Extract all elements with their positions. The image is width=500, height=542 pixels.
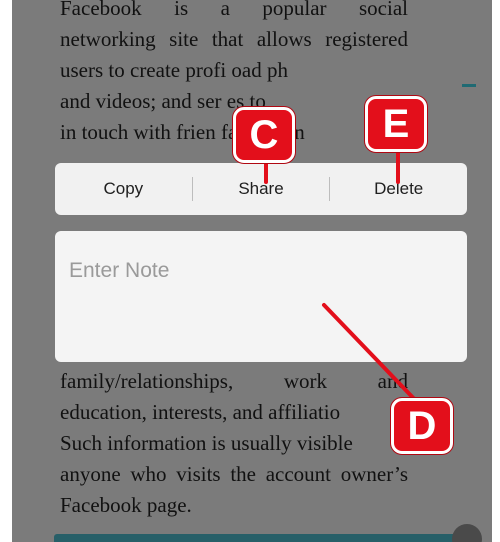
document-line: Facebook is a popular social <box>60 0 408 20</box>
callout-badge-d: D <box>391 398 453 454</box>
highlight-marker <box>462 84 476 87</box>
share-button[interactable]: Share <box>193 179 330 199</box>
document-line: users to create profi oad ph <box>60 58 288 82</box>
document-line: education, interests, and affiliatio <box>60 400 341 424</box>
delete-button[interactable]: Delete <box>330 179 467 199</box>
document-text-bottom: family/relationships, work and education… <box>60 366 408 521</box>
document-line: networking site that allows registered <box>60 27 408 51</box>
note-input[interactable] <box>55 231 467 362</box>
screen-border-right <box>492 0 500 542</box>
bottom-toolbar[interactable] <box>54 534 458 542</box>
reader-screen: Facebook is a popular social networking … <box>0 0 500 542</box>
callout-badge-c: C <box>233 107 295 163</box>
selection-context-menu: Copy Share Delete <box>55 163 467 215</box>
scroll-handle[interactable] <box>452 524 482 542</box>
document-line: Facebook page. <box>60 493 192 517</box>
document-line: family/relationships, work and <box>60 369 408 393</box>
copy-button[interactable]: Copy <box>55 179 192 199</box>
callout-badge-e: E <box>365 96 427 152</box>
screen-border-left <box>0 0 12 542</box>
document-line: anyone who visits the account owner’s <box>60 462 408 486</box>
document-line: Such information is usually visible <box>60 431 353 455</box>
